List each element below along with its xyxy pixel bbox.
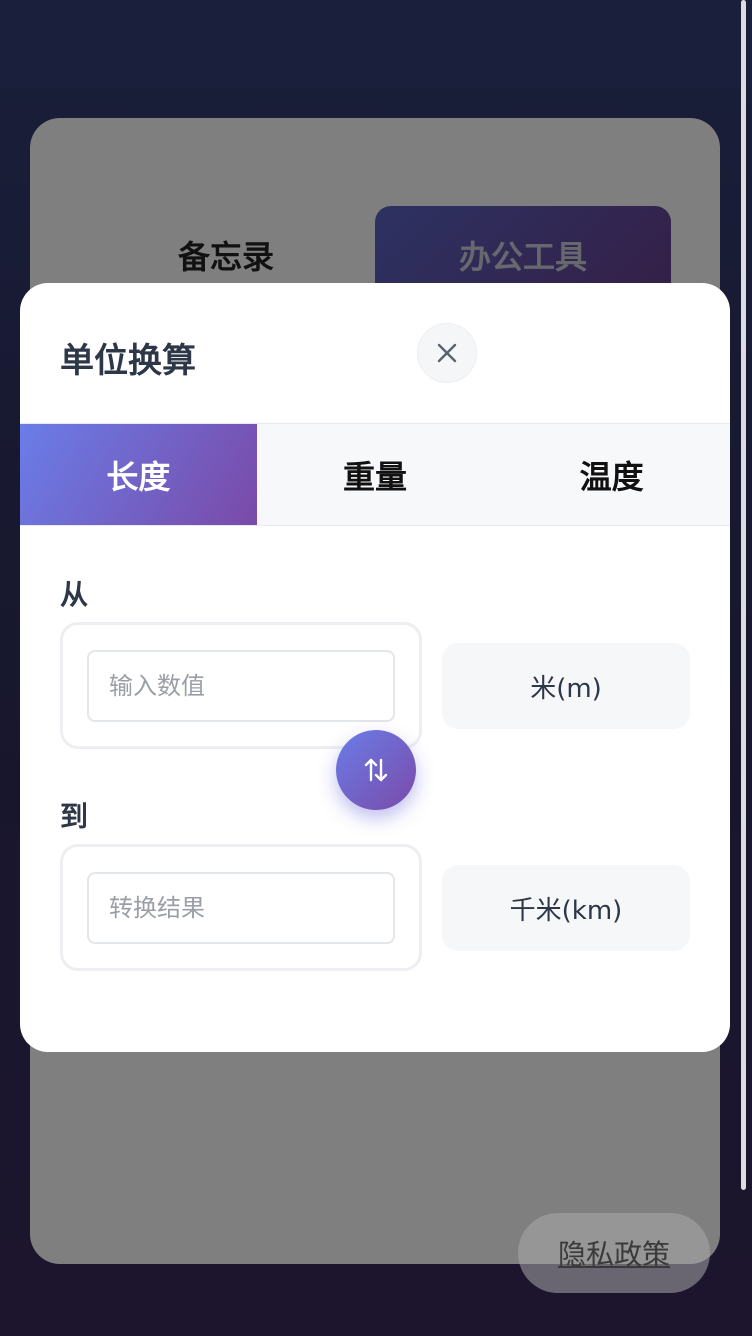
- unit-converter-modal: 单位换算 长度 重量 温度 从 米(m) 到 千米(km): [20, 283, 730, 1052]
- from-value-input[interactable]: [87, 650, 395, 722]
- privacy-policy-link[interactable]: 隐私政策: [518, 1213, 710, 1293]
- from-unit-select[interactable]: 米(m): [442, 643, 690, 729]
- to-label: 到: [60, 800, 89, 833]
- modal-title: 单位换算: [60, 341, 196, 381]
- page-scrollbar[interactable]: [741, 0, 746, 1190]
- modal-header: 单位换算: [20, 283, 730, 423]
- swap-vertical-icon: [364, 758, 388, 782]
- close-icon: [437, 343, 457, 363]
- tab-weight[interactable]: 重量: [257, 424, 494, 525]
- to-unit-select[interactable]: 千米(km): [442, 865, 690, 951]
- close-button[interactable]: [417, 323, 477, 383]
- to-result-input[interactable]: [87, 872, 395, 944]
- to-input-container: [60, 844, 422, 971]
- tab-length[interactable]: 长度: [20, 424, 257, 525]
- tab-temperature[interactable]: 温度: [493, 424, 730, 525]
- from-label: 从: [60, 578, 89, 611]
- converter-tabs: 长度 重量 温度: [20, 423, 730, 526]
- swap-units-button[interactable]: [336, 730, 416, 810]
